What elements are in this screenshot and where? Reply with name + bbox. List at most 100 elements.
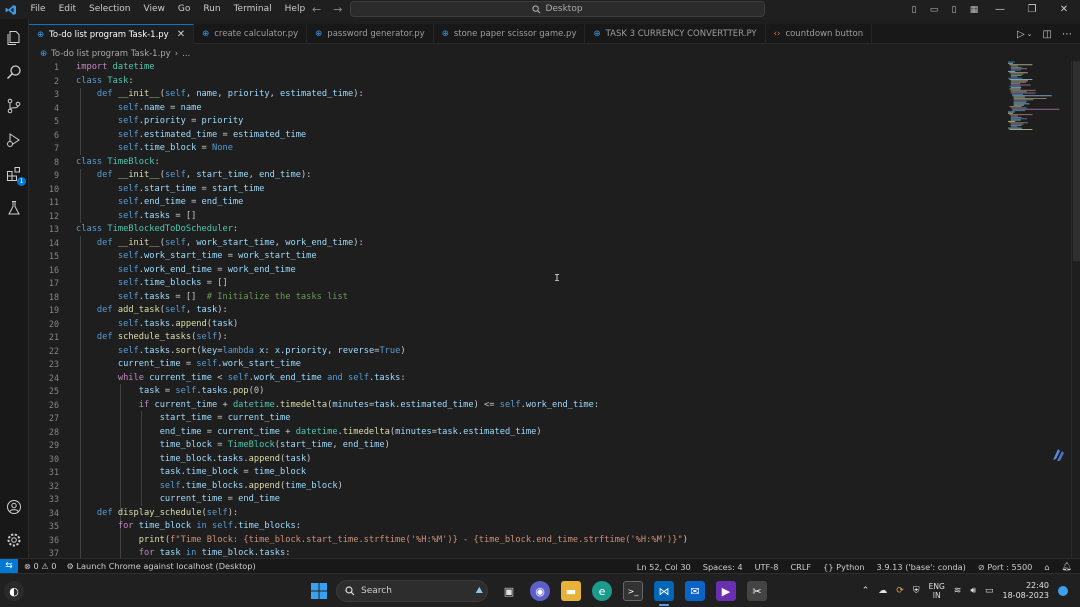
terminal-icon[interactable]: >_ [623,581,643,601]
notifications-bell-icon[interactable]: 🔔︎ [1062,561,1072,572]
code-line[interactable]: def __init__(self, start_time, end_time)… [76,169,688,183]
code-line[interactable]: def add_task(self, task): [76,304,688,318]
live-server-port[interactable]: ⊘ Port : 5500 [978,562,1033,572]
restore-icon[interactable]: ❐ [1016,4,1048,15]
source-control-icon[interactable] [3,95,25,117]
search-activity-icon[interactable] [3,61,25,83]
code-line[interactable]: class TimeBlockedToDoScheduler: [76,223,688,237]
code-line[interactable]: self.tasks.sort(key=lambda x: x.priority… [76,345,688,359]
code-line[interactable]: self.tasks = [] [76,210,688,224]
code-line[interactable]: def __init__(self, name, priority, estim… [76,88,688,102]
toggle-sidebar-icon[interactable]: ▯ [904,5,924,15]
code-line[interactable]: task.time_block = time_block [76,466,688,480]
code-line[interactable]: while current_time < self.work_end_time … [76,372,688,386]
code-editor[interactable]: 1 2 3 4 5 6 7 8 9 10 11 12 13 14 15 16 17 18 19 20 21 22 23 24 2… [29,61,1080,558]
battery-icon[interactable]: ▭ [985,586,994,596]
edge-browser-icon[interactable]: e [592,581,612,601]
tab-currency-converter[interactable]: ⊕ TASK 3 CURRENCY CONVERTTER.PY [585,24,766,44]
close-tab-icon[interactable]: ✕ [177,29,185,40]
code-line[interactable]: self.tasks.append(task) [76,318,688,332]
vscode-taskbar-icon[interactable]: ⋈ [654,581,674,606]
menu-view[interactable]: View [137,0,171,19]
explorer-icon[interactable] [3,27,25,49]
code-line[interactable]: self.time_block = None [76,142,688,156]
code-line[interactable]: current_time = end_time [76,493,688,507]
code-line[interactable]: start_time = current_time [76,412,688,426]
code-line[interactable]: class Task: [76,75,688,89]
onedrive-cloud-icon[interactable]: ☁ [878,586,887,596]
breadcrumb-symbols[interactable]: ... [182,49,190,59]
back-arrow-icon[interactable]: ← [312,3,321,16]
tab-countdown-button[interactable]: ‹› countdown button [766,24,873,44]
run-dropdown-chevron-icon[interactable]: ⌄ [1027,30,1033,38]
run-debug-icon[interactable] [3,129,25,151]
visual-studio-icon[interactable]: ▶ [716,581,736,601]
menu-run[interactable]: Run [197,0,227,19]
code-line[interactable]: def display_schedule(self): [76,507,688,521]
menu-file[interactable]: File [24,0,52,19]
tab-create-calculator[interactable]: ⊕ create calculator.py [194,24,308,44]
code-line[interactable]: self.time_blocks = [] [76,277,688,291]
split-editor-icon[interactable]: ◫ [1043,29,1052,40]
menu-help[interactable]: Help [278,0,312,19]
code-lines[interactable]: import datetime class Task: def __init__(… [76,61,688,558]
end-of-line[interactable]: CRLF [790,562,811,572]
testing-icon[interactable] [3,197,25,219]
code-line[interactable]: current_time = self.work_start_time [76,358,688,372]
code-line[interactable]: import datetime [76,61,688,75]
feedback-icon[interactable]: ⌂ [1044,562,1049,572]
launch-config[interactable]: ⚙ Launch Chrome against localhost (Deskt… [66,561,255,571]
command-center-search[interactable]: Desktop [350,1,765,17]
code-line[interactable]: if current_time + datetime.timedelta(min… [76,399,688,413]
more-actions-icon[interactable]: ⋯ [1062,29,1072,40]
minimize-icon[interactable]: — [984,4,1016,15]
code-line[interactable]: for time_block in self.time_blocks: [76,520,688,534]
cursor-position[interactable]: Ln 52, Col 30 [637,562,691,572]
language-mode[interactable]: {} Python [823,562,864,572]
code-line[interactable]: self.tasks = [] # Initialize the tasks l… [76,291,688,305]
file-explorer-icon[interactable]: ▬ [561,581,581,601]
show-hidden-icons-chevron-icon[interactable]: ⌃ [862,586,870,596]
customize-layout-icon[interactable]: ▦ [964,5,984,15]
notification-center-icon[interactable] [1058,586,1068,596]
security-icon[interactable]: ⛨ [913,586,920,596]
code-line[interactable]: time_block.tasks.append(task) [76,453,688,467]
accounts-icon[interactable] [3,496,25,518]
vertical-scrollbar[interactable] [1071,61,1080,558]
code-line[interactable]: self.priority = priority [76,115,688,129]
minimap[interactable] [1006,61,1071,131]
extensions-icon[interactable]: 1 [3,163,26,186]
forward-arrow-icon[interactable]: → [333,3,342,16]
copilot-icon[interactable] [1049,446,1067,467]
code-line[interactable]: self.start_time = start_time [76,183,688,197]
code-line[interactable]: self.time_blocks.append(time_block) [76,480,688,494]
menu-selection[interactable]: Selection [83,0,137,19]
close-window-icon[interactable]: ✕ [1048,4,1080,15]
code-line[interactable]: self.work_start_time = work_start_time [76,250,688,264]
breadcrumb-file[interactable]: To-do list program Task-1.py [51,49,171,59]
code-line[interactable]: for task in time_block.tasks: [76,547,688,558]
mail-icon[interactable]: ✉ [685,581,705,601]
volume-icon[interactable]: 🔊︎ [970,586,976,596]
task-view-icon[interactable]: ▣ [499,581,519,601]
input-language[interactable]: ENG IN [929,582,945,600]
code-line[interactable]: time_block = TimeBlock(start_time, end_t… [76,439,688,453]
widgets-icon[interactable]: ◐ [4,581,24,601]
python-interpreter[interactable]: 3.9.13 ('base': conda) [877,562,966,572]
code-line[interactable]: print(f"Time Block: {time_block.start_ti… [76,534,688,548]
teams-chat-icon[interactable]: ◉ [530,581,550,601]
problems-indicator[interactable]: ⊗ 0 ⚠ 0 [24,561,56,571]
menu-terminal[interactable]: Terminal [227,0,278,19]
tab-todo-list[interactable]: ⊕ To-do list program Task-1.py ✕ [29,24,195,44]
clock[interactable]: 22:40 18-08-2023 [1003,581,1050,601]
sync-status-icon[interactable]: ⟳ [896,586,904,596]
remote-indicator-icon[interactable]: ⇆ [0,558,18,574]
code-line[interactable]: class TimeBlock: [76,156,688,170]
code-line[interactable]: self.work_end_time = work_end_time [76,264,688,278]
tab-password-generator[interactable]: ⊕ password generator.py [307,24,434,44]
code-line[interactable]: end_time = current_time + datetime.timed… [76,426,688,440]
scrollbar-thumb[interactable] [1073,61,1080,261]
file-encoding[interactable]: UTF-8 [755,562,779,572]
taskbar-search[interactable]: Search ⛰ [336,580,488,602]
wifi-icon[interactable]: ≋ [954,586,962,596]
